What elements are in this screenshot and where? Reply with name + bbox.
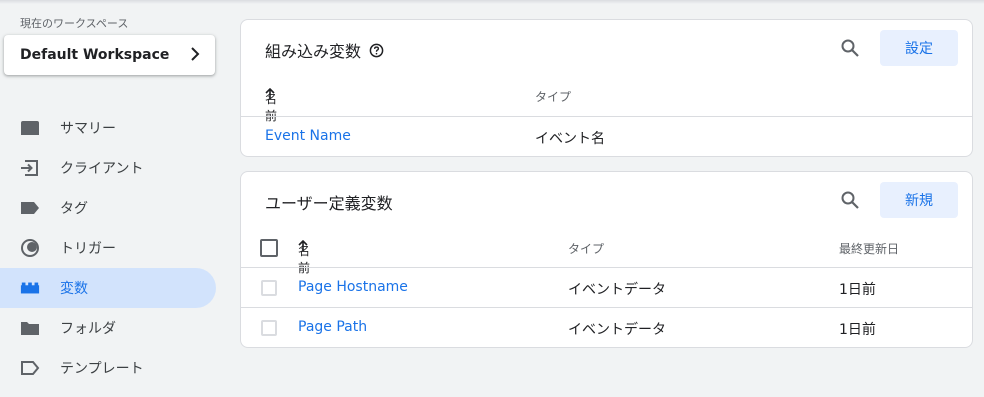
top-shadow bbox=[0, 0, 984, 4]
table-header: 名前 タイプ bbox=[241, 86, 972, 123]
sidebar-item-folders[interactable]: フォルダ bbox=[0, 308, 216, 348]
variables-icon bbox=[20, 278, 40, 298]
variable-updated: 1日前 bbox=[839, 282, 876, 298]
sidebar-nav: サマリー クライアント タグ トリガー 変数 フォルダ テンプレート bbox=[0, 108, 216, 388]
sidebar-item-triggers[interactable]: トリガー bbox=[0, 228, 216, 268]
sidebar-item-variables[interactable]: 変数 bbox=[0, 268, 216, 308]
variable-name-link[interactable]: Event Name bbox=[265, 128, 351, 144]
client-icon bbox=[20, 158, 40, 178]
sidebar-item-label: サマリー bbox=[60, 121, 116, 137]
table-header: 名前 タイプ 最終更新日 bbox=[241, 238, 972, 275]
variable-type: イベントデータ bbox=[568, 282, 666, 298]
configure-button[interactable]: 設定 bbox=[880, 30, 958, 66]
row-checkbox[interactable] bbox=[261, 320, 277, 336]
row-checkbox[interactable] bbox=[261, 280, 277, 296]
select-all-checkbox[interactable] bbox=[260, 239, 278, 257]
variable-updated: 1日前 bbox=[839, 322, 876, 338]
new-variable-button[interactable]: 新規 bbox=[880, 182, 958, 218]
folder-icon bbox=[20, 318, 40, 338]
sidebar-item-label: フォルダ bbox=[60, 321, 116, 337]
sidebar-item-label: 変数 bbox=[60, 281, 88, 297]
variable-type: イベント名 bbox=[535, 131, 605, 147]
sidebar-item-label: タグ bbox=[60, 201, 88, 217]
summary-icon bbox=[20, 118, 40, 138]
card-title: 組み込み変数 bbox=[265, 38, 384, 62]
table-row[interactable]: Page Hostname イベントデータ 1日前 bbox=[241, 267, 972, 308]
trigger-icon bbox=[20, 238, 40, 258]
help-icon[interactable] bbox=[369, 43, 384, 58]
user-title: ユーザー定義変数 bbox=[265, 194, 393, 213]
sort-by-name[interactable]: 名前 bbox=[265, 88, 277, 123]
sidebar-item-tags[interactable]: タグ bbox=[0, 188, 216, 228]
sidebar-item-client[interactable]: クライアント bbox=[0, 148, 216, 188]
builtin-variables-card: 組み込み変数 設定 名前 タイプ Event Name イベント名 bbox=[240, 19, 973, 157]
column-header-updated: 最終更新日 bbox=[839, 242, 900, 256]
sidebar-item-label: クライアント bbox=[60, 161, 144, 177]
template-icon bbox=[20, 358, 40, 378]
sidebar-item-summary[interactable]: サマリー bbox=[0, 108, 216, 148]
workspace-label: 現在のワークスペース bbox=[20, 17, 129, 30]
sidebar-item-templates[interactable]: テンプレート bbox=[0, 348, 216, 388]
sidebar-item-label: テンプレート bbox=[60, 361, 144, 377]
chevron-right-icon bbox=[189, 46, 201, 65]
column-header-type: タイプ bbox=[568, 242, 605, 256]
sidebar-item-label: トリガー bbox=[60, 241, 116, 257]
search-icon[interactable] bbox=[840, 38, 860, 62]
search-icon[interactable] bbox=[840, 190, 860, 214]
workspace-selector[interactable]: Default Workspace bbox=[4, 35, 215, 75]
variable-name-link[interactable]: Page Path bbox=[298, 319, 367, 335]
table-row[interactable]: Page Path イベントデータ 1日前 bbox=[241, 307, 972, 347]
card-title: ユーザー定義変数 bbox=[265, 190, 393, 214]
table-row[interactable]: Event Name イベント名 bbox=[241, 116, 972, 156]
user-variables-card: ユーザー定義変数 新規 名前 タイプ 最終更新日 Page Hostname イ… bbox=[240, 171, 973, 348]
column-header-type: タイプ bbox=[535, 90, 572, 104]
builtin-title: 組み込み変数 bbox=[265, 42, 362, 61]
variable-type: イベントデータ bbox=[568, 322, 666, 338]
sort-by-name[interactable]: 名前 bbox=[298, 240, 310, 275]
variable-name-link[interactable]: Page Hostname bbox=[298, 279, 408, 295]
tag-icon bbox=[20, 198, 40, 218]
workspace-name: Default Workspace bbox=[20, 47, 170, 63]
